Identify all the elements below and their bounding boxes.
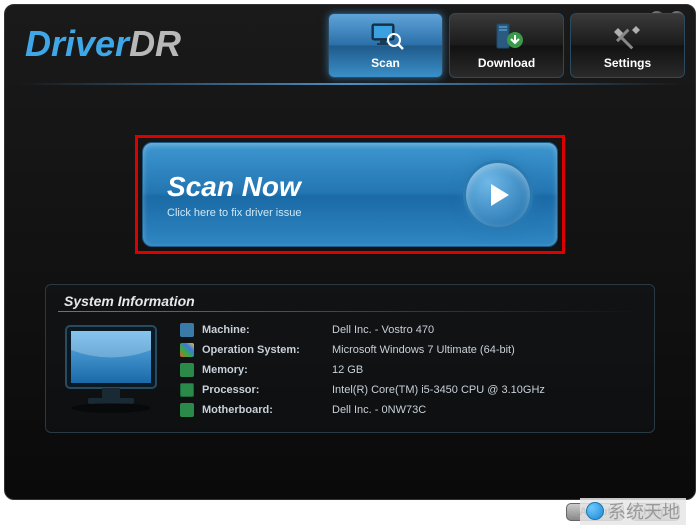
scan-highlight-box: Scan Now Click here to fix driver issue xyxy=(135,135,565,254)
tab-label: Settings xyxy=(604,56,651,70)
row-label: Operation System: xyxy=(202,344,332,356)
sysinfo-row-machine: Machine: Dell Inc. - Vostro 470 xyxy=(180,320,642,340)
memory-icon xyxy=(180,363,194,377)
app-logo: DriverDR xyxy=(25,23,181,65)
tab-settings[interactable]: Settings xyxy=(570,13,685,78)
watermark-logo-icon xyxy=(586,502,604,520)
tools-icon xyxy=(608,22,648,52)
row-label: Processor: xyxy=(202,384,332,396)
os-icon xyxy=(180,343,194,357)
sysinfo-grid: Machine: Dell Inc. - Vostro 470 Operatio… xyxy=(180,320,642,420)
row-value: Dell Inc. - 0NW73C xyxy=(332,404,642,416)
sysinfo-row-motherboard: Motherboard: Dell Inc. - 0NW73C xyxy=(180,400,642,420)
system-info-panel: System Information Machine: Dell Inc. - … xyxy=(45,284,655,433)
scan-subtitle: Click here to fix driver issue xyxy=(167,207,463,219)
scan-title: Scan Now xyxy=(167,171,463,203)
sysinfo-row-processor: Processor: Intel(R) Core(TM) i5-3450 CPU… xyxy=(180,380,642,400)
machine-icon xyxy=(180,323,194,337)
sysinfo-row-os: Operation System: Microsoft Windows 7 Ul… xyxy=(180,340,642,360)
motherboard-icon xyxy=(180,403,194,417)
main-content: Scan Now Click here to fix driver issue … xyxy=(5,85,695,451)
tab-label: Scan xyxy=(371,56,400,70)
tab-label: Download xyxy=(478,56,535,70)
tab-bar: Scan Download Settings xyxy=(328,13,685,78)
watermark-text: 系统天地 xyxy=(608,498,680,524)
sysinfo-title: System Information xyxy=(64,293,642,309)
header: DriverDR Scan Download Settings xyxy=(5,5,695,83)
computer-icon xyxy=(58,320,168,415)
row-label: Machine: xyxy=(202,324,332,336)
monitor-search-icon xyxy=(366,22,406,52)
logo-text-1: Driver xyxy=(25,23,129,65)
row-value: 12 GB xyxy=(332,364,642,376)
row-value: Microsoft Windows 7 Ultimate (64-bit) xyxy=(332,344,642,356)
play-arrow-icon xyxy=(463,160,533,230)
watermark: 系统天地 xyxy=(580,498,686,525)
sysinfo-divider xyxy=(58,311,642,312)
tab-scan[interactable]: Scan xyxy=(328,13,443,78)
row-value: Intel(R) Core(TM) i5-3450 CPU @ 3.10GHz xyxy=(332,384,642,396)
scan-text-group: Scan Now Click here to fix driver issue xyxy=(167,171,463,219)
logo-text-2: DR xyxy=(129,23,181,65)
server-download-icon xyxy=(487,22,527,52)
cpu-icon xyxy=(180,383,194,397)
row-value: Dell Inc. - Vostro 470 xyxy=(332,324,642,336)
scan-now-button[interactable]: Scan Now Click here to fix driver issue xyxy=(142,142,558,247)
app-window: — × DriverDR Scan Download xyxy=(4,4,696,500)
tab-download[interactable]: Download xyxy=(449,13,564,78)
row-label: Memory: xyxy=(202,364,332,376)
row-label: Motherboard: xyxy=(202,404,332,416)
sysinfo-row-memory: Memory: 12 GB xyxy=(180,360,642,380)
